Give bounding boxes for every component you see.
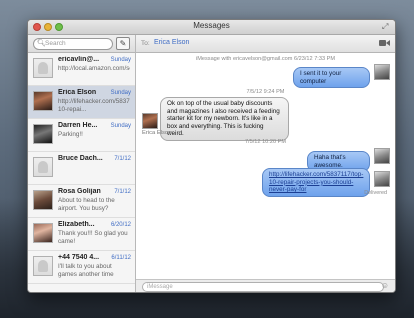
my-avatar xyxy=(374,148,390,164)
conversation-item[interactable]: Bruce Dach... 7/1/12 xyxy=(28,152,135,185)
timestamp: 7/5/12 10:20 PM xyxy=(244,139,287,145)
fullscreen-icon[interactable]: ⤢ xyxy=(382,22,391,31)
avatar xyxy=(33,256,53,276)
conversation-item[interactable]: +44 7540 4... 6/11/12 I'll talk to you abo… xyxy=(28,251,135,284)
message-composer: iMessage ☺ xyxy=(136,279,395,292)
contact-name: Bruce Dach... xyxy=(58,155,103,162)
message-preview: http://lifehacker.com/5837117/top-10-rep… xyxy=(58,98,130,113)
conversation-pane: To: Erica Elson iMessage with ericavelso… xyxy=(136,35,395,292)
outgoing-message[interactable]: I sent it to your computer xyxy=(293,67,370,89)
sidebar-toolbar: 🔍︎ Search ✎ xyxy=(28,35,135,53)
contact-name: +44 7540 4... xyxy=(58,254,100,261)
conversation-item[interactable]: Darren He... Sunday Parking!! xyxy=(28,119,135,152)
my-avatar xyxy=(374,64,390,80)
emoji-icon[interactable]: ☺ xyxy=(381,281,389,290)
conversation-item[interactable]: Elizabeth... 6/20/12 Thank you!!! So glad … xyxy=(28,218,135,251)
conversation-item[interactable]: Rosa Golijan 7/1/12 About to head to the a… xyxy=(28,185,135,218)
conversation-item[interactable]: Erica Elson Sunday http://lifehacker.com/5… xyxy=(28,86,135,119)
conversation-date: Sunday xyxy=(110,90,131,96)
search-input[interactable]: Search xyxy=(45,39,66,49)
message-preview: Parking!! xyxy=(58,131,83,138)
contact-name: Erica Elson xyxy=(58,89,97,96)
contact-name: ericavlin@... xyxy=(58,56,100,63)
compose-icon: ✎ xyxy=(119,39,127,48)
messages-window: Messages ⤢ 🔍︎ Search ✎ ericavlin@... Sund… xyxy=(27,19,396,293)
delivered-status: Delivered xyxy=(364,190,387,196)
contact-name: Elizabeth... xyxy=(58,221,95,228)
contact-name: Rosa Golijan xyxy=(58,188,101,195)
sender-name: Erica Elson xyxy=(142,130,172,136)
conversation-item[interactable]: ericavlin@... Sunday http://local.amazon.c… xyxy=(28,53,135,86)
conversation-date: 6/11/12 xyxy=(111,255,131,261)
to-label: To: xyxy=(141,40,150,47)
avatar xyxy=(33,58,53,78)
outgoing-link-message[interactable]: http://lifehacker.com/5837117/top-10-rep… xyxy=(262,168,370,197)
sender-avatar xyxy=(142,113,158,129)
message-link[interactable]: http://lifehacker.com/5837117/top-10-rep… xyxy=(269,171,363,193)
conversation-date: 7/1/12 xyxy=(114,156,131,162)
timestamp: 7/5/12 9:24 PM xyxy=(246,89,285,95)
video-call-icon[interactable] xyxy=(379,39,390,47)
conversation-date: 7/1/12 xyxy=(114,189,131,195)
imessage-header: iMessage with ericavelson@gmail.com 6/23… xyxy=(195,56,336,62)
avatar xyxy=(33,223,53,243)
message-preview xyxy=(58,164,130,180)
window-title: Messages xyxy=(193,21,230,30)
message-preview: http://local.amazon.com/se... xyxy=(58,65,130,72)
title-bar[interactable]: Messages ⤢ xyxy=(28,20,395,35)
conversation-date: 6/20/12 xyxy=(110,222,131,228)
compose-button[interactable]: ✎ xyxy=(116,37,130,50)
recipient-bar: To: Erica Elson xyxy=(136,35,395,53)
recipient-name[interactable]: Erica Elson xyxy=(154,39,189,46)
avatar xyxy=(33,124,53,144)
conversation-date: Sunday xyxy=(110,57,131,63)
my-avatar xyxy=(374,171,390,187)
avatar xyxy=(33,157,53,177)
message-input[interactable]: iMessage xyxy=(142,282,384,292)
avatar xyxy=(33,190,53,210)
message-preview: Thank you!!! So glad you came! xyxy=(58,230,128,245)
incoming-message[interactable]: Ok on top of the usual baby discounts an… xyxy=(160,97,289,141)
avatar xyxy=(33,91,53,111)
contact-name: Darren He... xyxy=(58,122,98,129)
message-preview: I'll talk to you about games another tim… xyxy=(58,263,114,278)
conversation-date: Sunday xyxy=(110,123,131,129)
conversation-sidebar: 🔍︎ Search ✎ ericavlin@... Sunday http://lo… xyxy=(28,35,136,292)
message-preview: About to head to the airport. You busy? xyxy=(58,197,115,212)
search-field[interactable]: 🔍︎ Search xyxy=(33,38,113,50)
